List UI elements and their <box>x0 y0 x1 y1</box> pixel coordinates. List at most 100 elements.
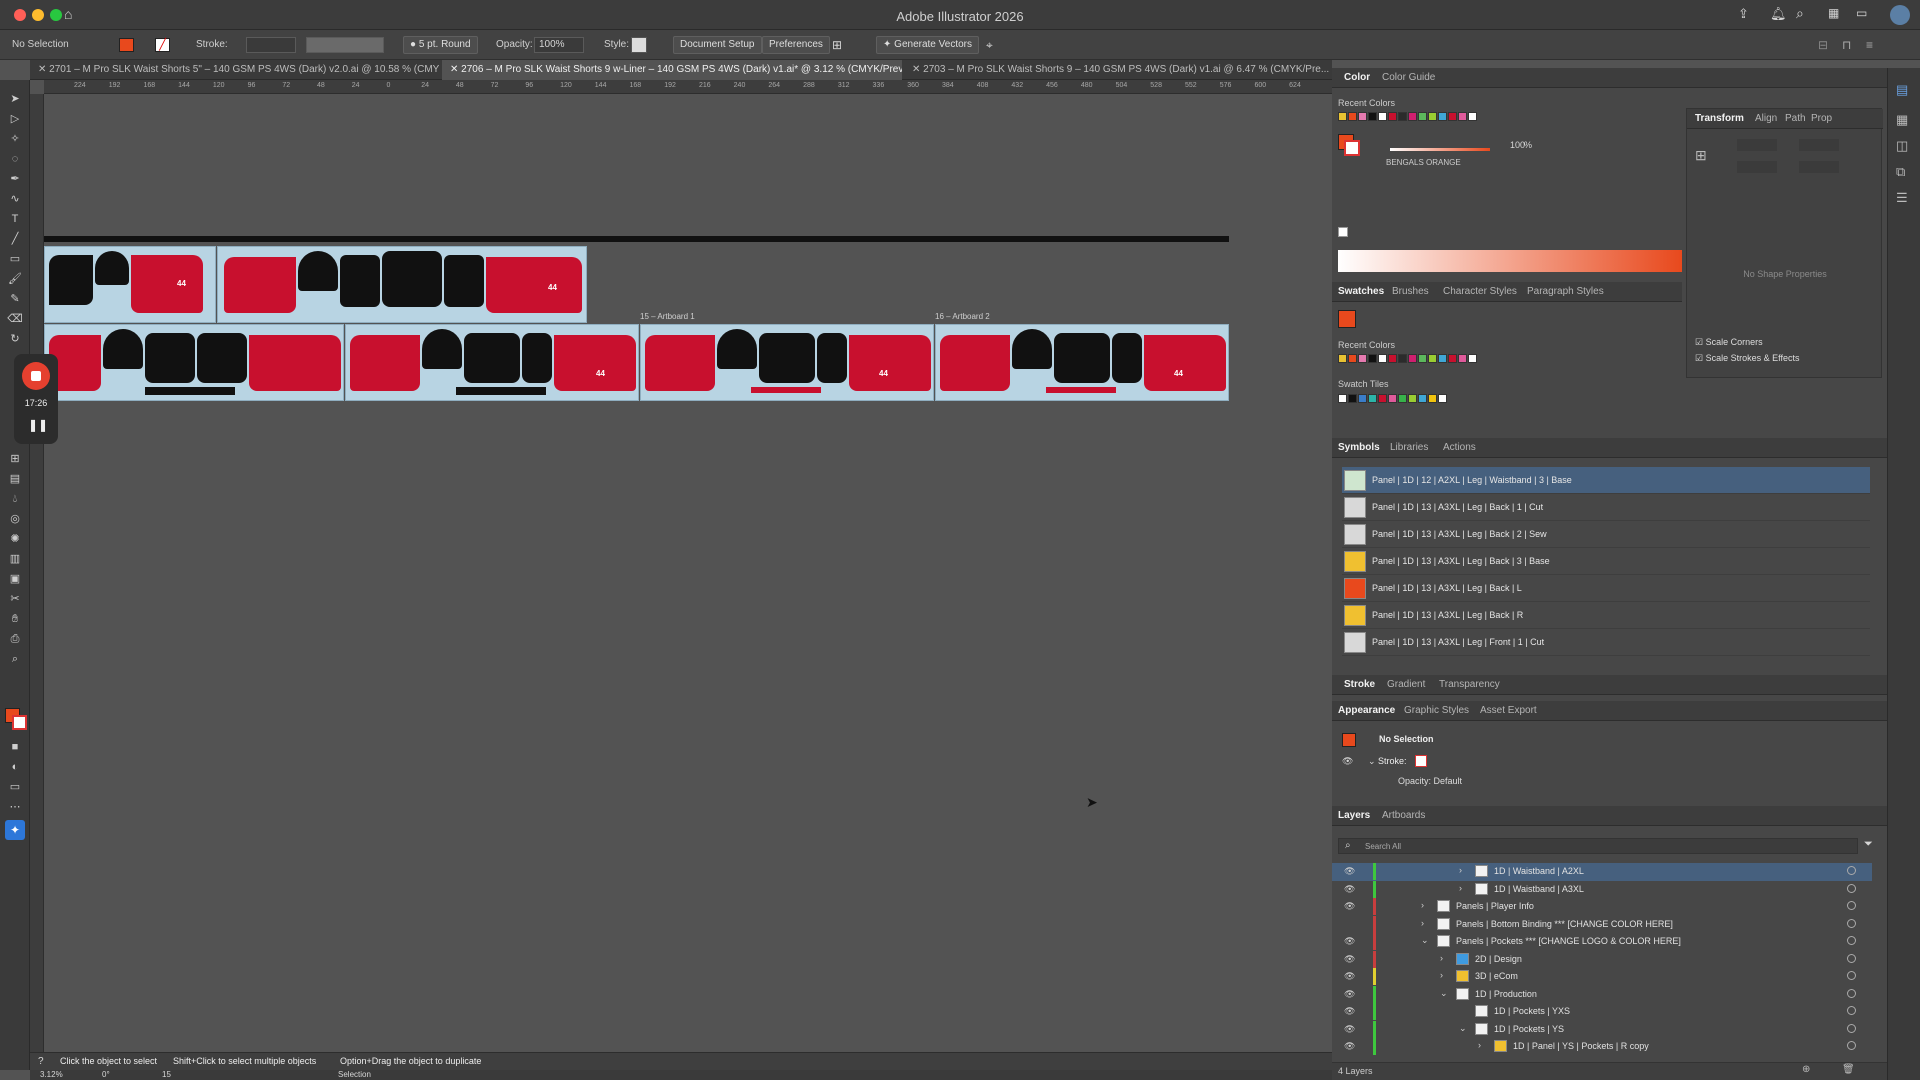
new-layer-icon[interactable]: ⊕ <box>1802 1064 1810 1075</box>
eye-icon[interactable]: 👁︎ <box>1344 901 1355 912</box>
tab-align[interactable]: Align <box>1755 113 1777 124</box>
tile-swatch[interactable] <box>1428 394 1437 403</box>
type-tool-icon[interactable]: T <box>7 212 23 226</box>
chevron-right-icon[interactable]: › <box>1421 900 1424 910</box>
recent-swatch[interactable] <box>1378 354 1387 363</box>
tile-swatch[interactable] <box>1358 394 1367 403</box>
opacity-field[interactable]: 100% <box>534 37 584 53</box>
layer-row[interactable]: 👁︎ ⌄ 1D | Pockets | YS <box>1332 1020 1872 1039</box>
eye-icon[interactable]: 👁︎ <box>1342 756 1353 767</box>
tile-swatch[interactable] <box>1438 394 1447 403</box>
none-swatch-icon[interactable] <box>1338 227 1348 237</box>
share-icon[interactable]: ⇪ <box>1738 6 1749 22</box>
direct-selection-tool-icon[interactable]: ▷ <box>7 112 23 126</box>
recent-swatch[interactable] <box>1348 354 1357 363</box>
recent-swatch[interactable] <box>1408 112 1417 121</box>
tab-graphic-styles[interactable]: Graphic Styles <box>1404 705 1469 716</box>
tint-value[interactable]: 100 <box>1510 140 1525 150</box>
avatar[interactable] <box>1890 5 1910 25</box>
eye-icon[interactable]: 👁︎ <box>1344 989 1355 1000</box>
recent-swatch[interactable] <box>1448 112 1457 121</box>
pin-icon[interactable]: ⌖ <box>986 38 993 53</box>
layer-row[interactable]: › Panels | Bottom Binding *** [CHANGE CO… <box>1332 915 1872 934</box>
notifications-icon[interactable]: 🔔︎ <box>1770 6 1787 22</box>
fill-swatch[interactable] <box>119 38 134 52</box>
artboard-navigator[interactable]: 15 <box>162 1070 171 1079</box>
rectangle-tool-icon[interactable]: ▭ <box>7 252 23 266</box>
more-tools-icon[interactable]: ⋯ <box>7 800 23 814</box>
symbol-item[interactable]: Panel | 1D | 13 | A3XL | Leg | Back | 3 … <box>1342 548 1870 575</box>
recent-swatch[interactable] <box>1408 354 1417 363</box>
tab-symbols[interactable]: Symbols <box>1338 442 1380 453</box>
symbol-item[interactable]: Panel | 1D | 13 | A3XL | Leg | Back | 1 … <box>1342 494 1870 521</box>
tab-character-styles[interactable]: Character Styles <box>1443 286 1517 297</box>
recent-swatch[interactable] <box>1358 112 1367 121</box>
chevron-right-icon[interactable]: › <box>1440 970 1443 980</box>
lasso-tool-icon[interactable]: ◌ <box>7 152 23 166</box>
artboard-row1-2[interactable]: 44 <box>217 246 587 323</box>
panel-toggle-icon[interactable]: ⊟ <box>1818 38 1828 52</box>
symbol-item[interactable]: Panel | 1D | 13 | A3XL | Leg | Back | L <box>1342 575 1870 602</box>
stroke-swatch[interactable]: ╱ <box>155 38 170 52</box>
recent-swatch[interactable] <box>1378 112 1387 121</box>
recent-swatch[interactable] <box>1448 354 1457 363</box>
tab-properties[interactable]: Prop <box>1811 113 1832 124</box>
pen-tool-icon[interactable]: ✒ <box>7 172 23 186</box>
doc-tab-2701[interactable]: ✕ 2701 – M Pro SLK Waist Shorts 5" – 140… <box>30 60 440 80</box>
stroke-color-icon[interactable] <box>12 715 27 730</box>
symbol-item[interactable]: Panel | 1D | 13 | A3XL | Leg | Back | 2 … <box>1342 521 1870 548</box>
preferences-button[interactable]: Preferences <box>762 36 830 54</box>
layer-target-icon[interactable] <box>1847 971 1856 980</box>
chevron-right-icon[interactable]: › <box>1421 918 1424 928</box>
recent-swatch[interactable] <box>1418 112 1427 121</box>
recent-swatch[interactable] <box>1368 354 1377 363</box>
recent-swatch[interactable] <box>1418 354 1427 363</box>
shaper-tool-icon[interactable]: ✎ <box>7 292 23 306</box>
gradient-tool-icon[interactable]: ▤ <box>7 472 23 486</box>
canvas[interactable]: 44 44 15 – Artboard 1 16 – Artboard 2 44 <box>44 94 1332 1052</box>
tint-slider[interactable] <box>1390 148 1490 151</box>
horizontal-ruler[interactable]: 224 192 168 144 120 96 72 48 24 0 24 48 72 96 120 144 16… <box>44 80 1332 94</box>
eraser-tool-icon[interactable]: ⌫ <box>7 312 23 326</box>
draw-mode-icon[interactable]: ◐ <box>7 760 23 774</box>
recent-swatch[interactable] <box>1388 354 1397 363</box>
symbol-item[interactable]: Panel | 1D | 13 | A3XL | Leg | Back | R <box>1342 602 1870 629</box>
layer-target-icon[interactable] <box>1847 988 1856 998</box>
selection-tool-icon[interactable]: ➤ <box>7 92 23 106</box>
recent-swatch[interactable] <box>1368 112 1377 121</box>
slice-tool-icon[interactable]: ✂ <box>7 592 23 606</box>
artboard-tool-icon[interactable]: ▣ <box>7 572 23 586</box>
recent-swatch[interactable] <box>1388 112 1397 121</box>
artboard-row2-1[interactable] <box>44 324 344 401</box>
tab-artboards[interactable]: Artboards <box>1382 810 1425 821</box>
tile-swatch[interactable] <box>1378 394 1387 403</box>
chevron-right-icon[interactable]: › <box>1440 953 1443 963</box>
chevron-down-icon[interactable]: ⌄ <box>1421 935 1429 946</box>
delete-layer-icon[interactable]: 🗑︎ <box>1842 1064 1855 1075</box>
chevron-right-icon[interactable]: › <box>1478 1040 1481 1050</box>
brush-definition[interactable]: ● 5 pt. Round <box>403 36 478 54</box>
blend-tool-icon[interactable]: ◎ <box>7 512 23 526</box>
layer-target-icon[interactable] <box>1847 901 1856 910</box>
curvature-tool-icon[interactable]: ∿ <box>7 192 23 206</box>
recent-swatch[interactable] <box>1348 112 1357 121</box>
layer-target-icon[interactable] <box>1847 953 1856 963</box>
adjust-icon[interactable]: ☰ <box>1896 190 1908 206</box>
eye-icon[interactable]: 👁︎ <box>1344 936 1355 947</box>
symbol-item[interactable]: Panel | 1D | 13 | A3XL | Leg | Front | 1… <box>1342 629 1870 656</box>
layer-target-icon[interactable] <box>1847 1006 1856 1015</box>
stop-recording-button[interactable] <box>22 362 50 390</box>
zoom-tool-icon[interactable]: ⌕ <box>7 652 23 666</box>
artboard-15[interactable]: 44 <box>640 324 934 401</box>
recent-swatch[interactable] <box>1338 112 1347 121</box>
tab-color-guide[interactable]: Color Guide <box>1382 72 1435 83</box>
recent-swatch[interactable] <box>1338 354 1347 363</box>
recent-swatch[interactable] <box>1438 112 1447 121</box>
layer-target-icon[interactable] <box>1847 936 1856 945</box>
recent-swatch[interactable] <box>1358 354 1367 363</box>
tile-swatch[interactable] <box>1398 394 1407 403</box>
doc-tab-2706[interactable]: ✕ 2706 – M Pro SLK Waist Shorts 9 w-Line… <box>442 60 902 80</box>
symbol-item[interactable]: Panel | 1D | 12 | A2XL | Leg | Waistband… <box>1342 467 1870 494</box>
search-icon[interactable]: ⌕ <box>1796 5 1804 22</box>
appearance-stroke-swatch[interactable] <box>1415 755 1427 767</box>
